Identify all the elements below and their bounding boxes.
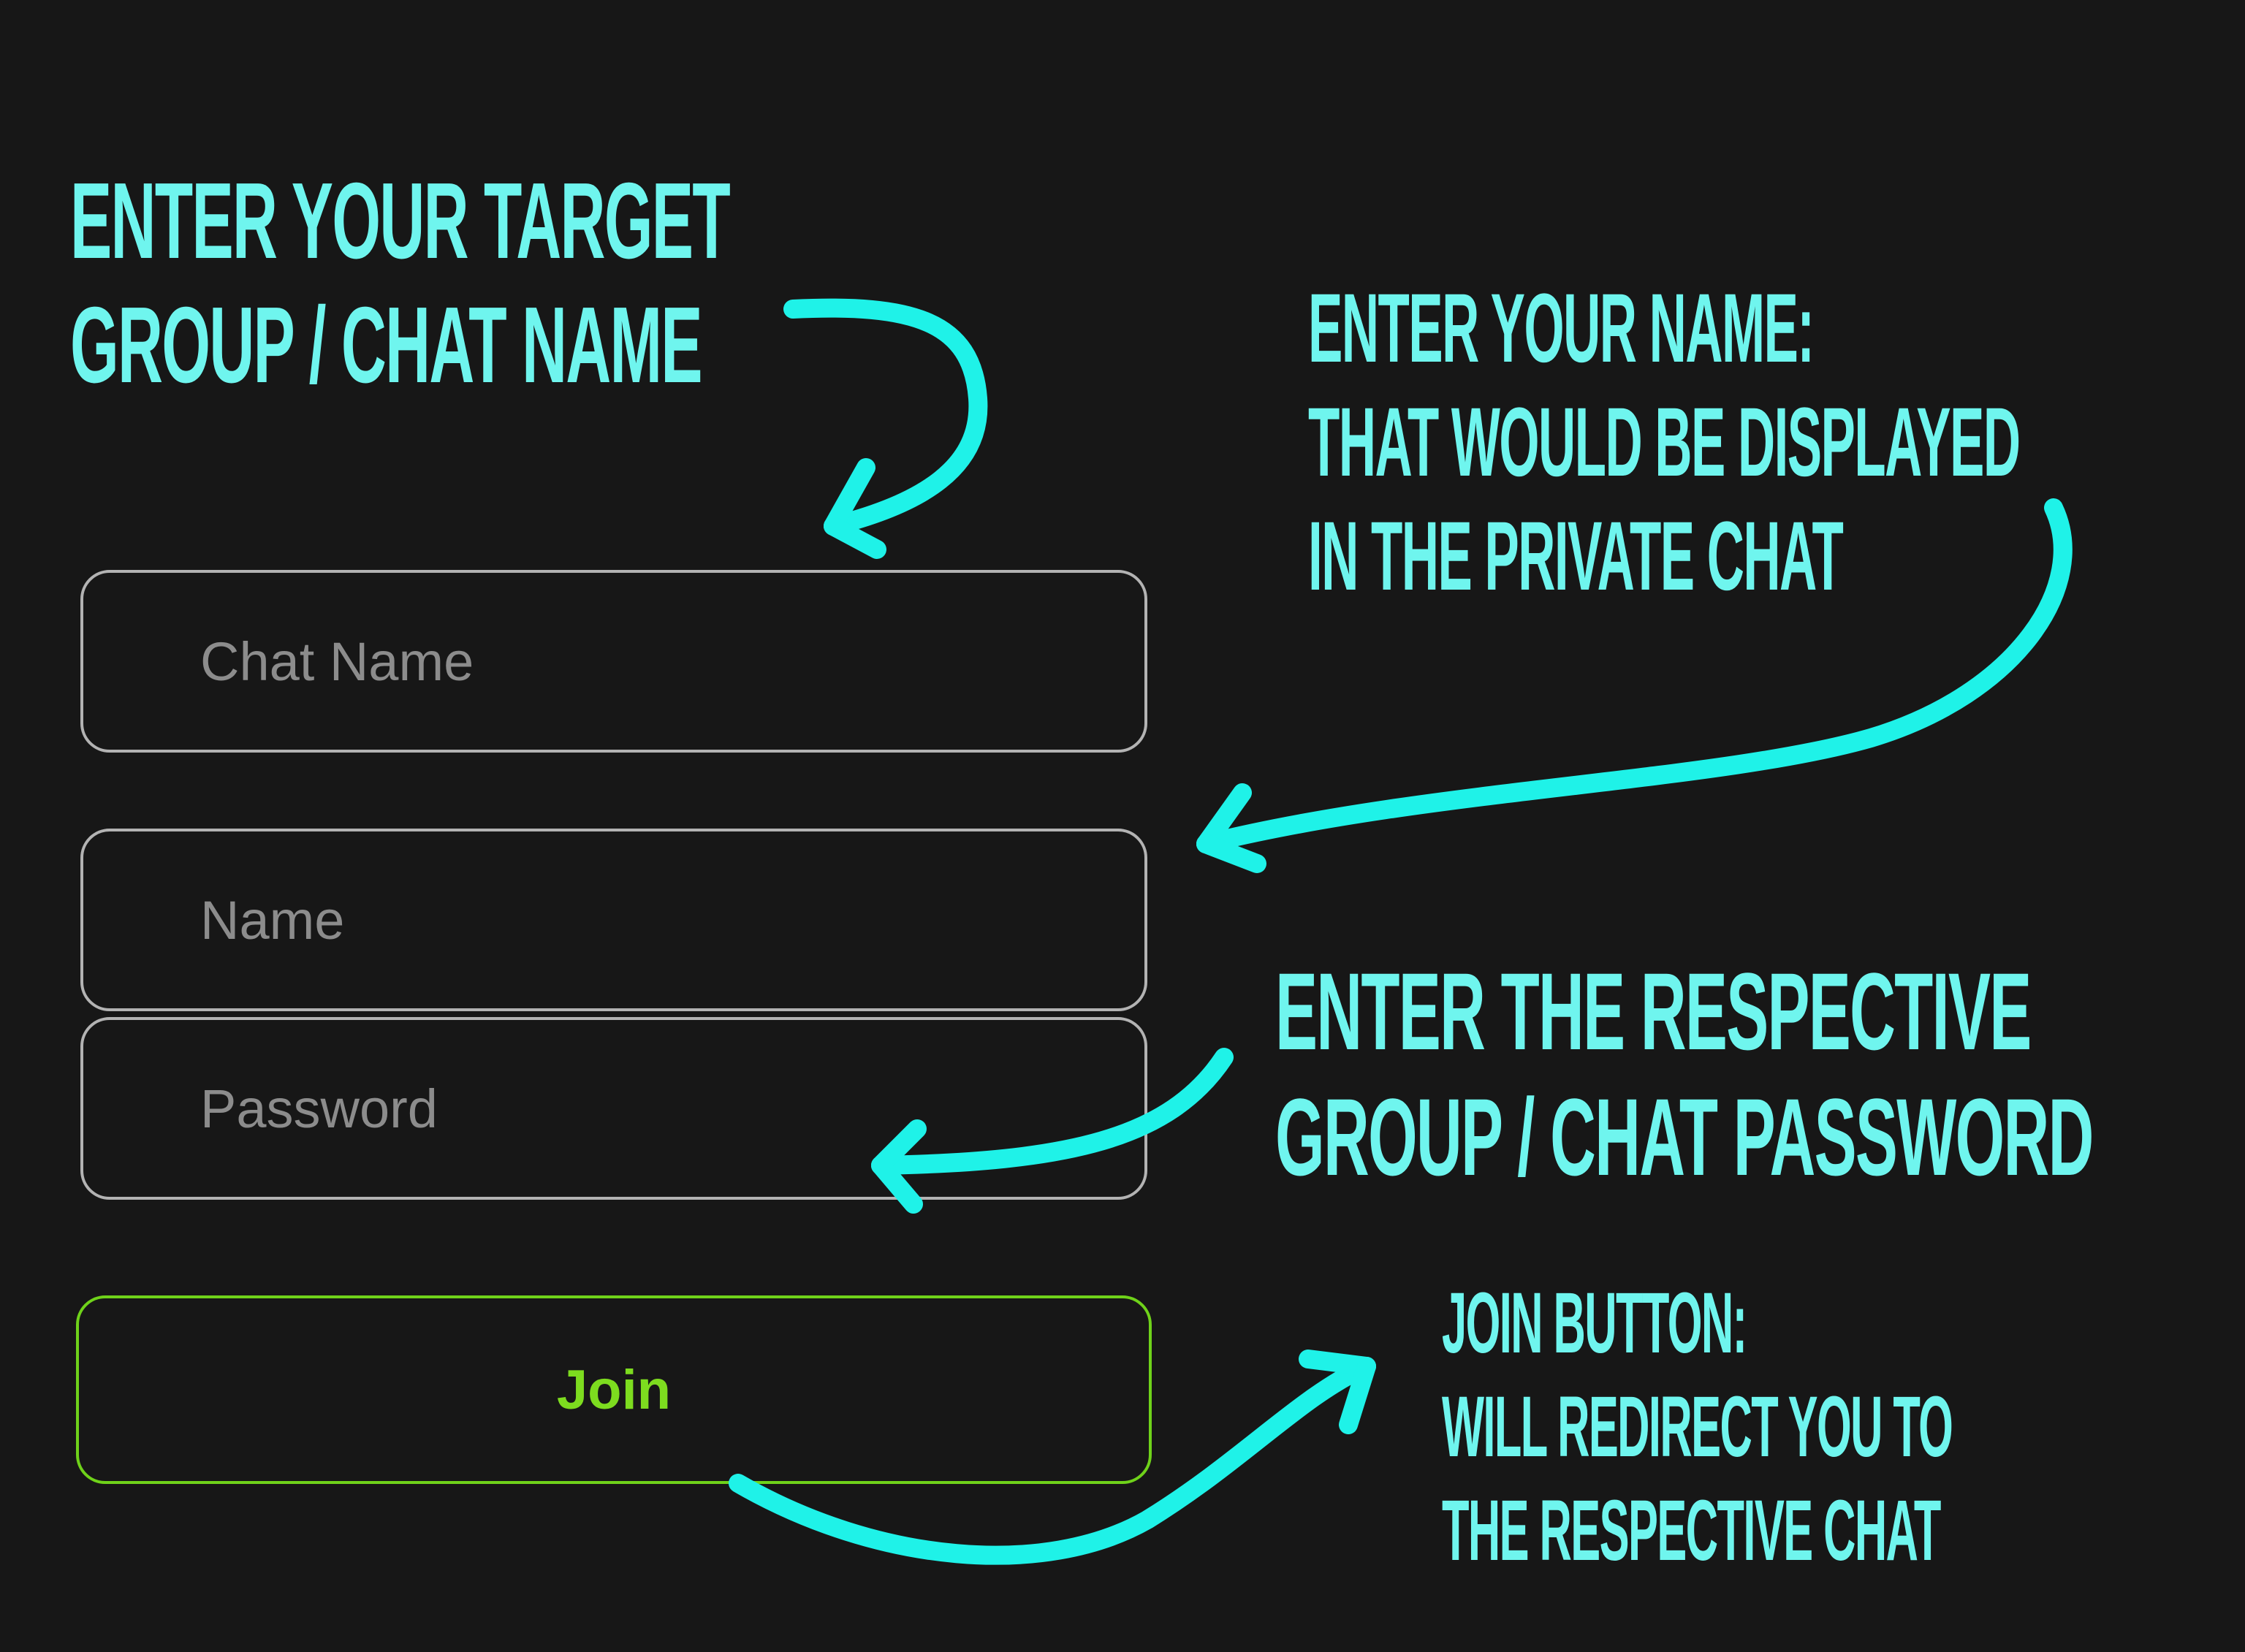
chat-name-input[interactable] bbox=[83, 573, 1144, 750]
password-annotation: ENTER THE RESPECTIVE GROUP / CHAT PASSWO… bbox=[1275, 950, 2094, 1198]
join-annotation: JOIN BUTTON: WILL REDIRECT YOU TO THE RE… bbox=[1442, 1275, 1953, 1579]
tutorial-screen: Join ENTER YOUR TARGET GROUP / CHAT NAME… bbox=[0, 0, 2245, 1652]
chat-name-field[interactable] bbox=[80, 570, 1147, 753]
chat-name-annotation: ENTER YOUR TARGET GROUP / CHAT NAME bbox=[70, 161, 731, 406]
chat-name-arrow-icon bbox=[783, 298, 988, 559]
name-field[interactable] bbox=[80, 829, 1147, 1011]
name-annotation: ENTER YOUR NAME: THAT WOULD BE DISPLAYED… bbox=[1308, 274, 2021, 611]
join-button[interactable]: Join bbox=[76, 1295, 1152, 1484]
password-field[interactable] bbox=[80, 1017, 1147, 1200]
name-input[interactable] bbox=[83, 831, 1144, 1008]
password-input[interactable] bbox=[83, 1020, 1144, 1197]
